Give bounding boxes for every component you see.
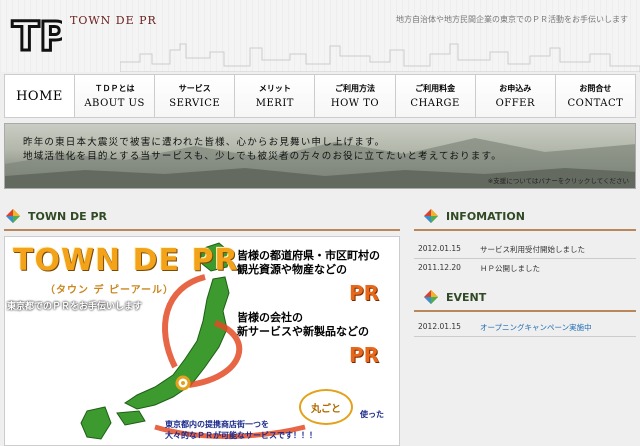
nav-label-en: OFFER: [495, 98, 535, 109]
hero-bottom-text: 東京都内の提携商店街一つを 大々的なＰＲが可能なサービスです！！！: [165, 419, 317, 441]
nav-merit[interactable]: メリット MERIT: [235, 75, 316, 117]
section-title: EVENT: [446, 290, 487, 304]
section-title: TOWN DE PR: [28, 209, 108, 223]
news-text: ＨＰ公開しました: [480, 264, 540, 273]
hero-text: 皆様の都道府県・市区町村の 観光資源や物産などの: [237, 249, 380, 277]
nav-about-us[interactable]: ＴＤＰとは ABOUT US: [75, 75, 156, 117]
news-divider: [414, 336, 636, 337]
nav-label-jp: ＴＤＰとは: [94, 84, 135, 93]
news-date: 2012.01.15: [418, 244, 461, 253]
nav-charge[interactable]: ご利用料金 CHARGE: [395, 75, 476, 117]
hero-subtitle: 東京都でのＰＲをお手伝いします: [7, 302, 143, 312]
nav-label-en: HOW TO: [330, 98, 380, 109]
hero-line: 皆様の会社の: [237, 311, 303, 324]
nav-label-jp: メリット: [258, 84, 291, 93]
nav-label-jp: ご利用方法: [334, 84, 375, 93]
nav-contact[interactable]: お問合せ CONTACT: [555, 75, 635, 117]
hero-used-label: 使った: [360, 410, 384, 419]
nav-offer[interactable]: お申込み OFFER: [475, 75, 556, 117]
section-divider: [414, 310, 636, 312]
site-header: TP TOWN DE PR 地方自治体や地方民間企業の東京でのＰＲ活動をお手伝い…: [0, 0, 640, 72]
nav-label-jp: お問合せ: [579, 84, 612, 93]
site-name: TOWN DE PR: [70, 14, 157, 27]
section-divider: [414, 229, 636, 231]
banner-message: 昨年の東日本大震災で被害に遭われた皆様、心からお見舞い申し上げます。 地域活性化…: [23, 136, 502, 164]
diamond-icon: [6, 209, 20, 223]
nav-label-jp: ご利用料金: [415, 84, 456, 93]
diamond-icon: [424, 290, 438, 304]
nav-label-en: MERIT: [255, 98, 294, 109]
section-heading-event: EVENT: [424, 290, 486, 304]
news-text: サービス利用受付開始しました: [480, 245, 585, 254]
hero-title: TOWN DE PR: [13, 243, 239, 278]
nav-home[interactable]: HOME: [5, 75, 75, 117]
section-title: INFOMATION: [446, 209, 525, 223]
banner-note: ※支援についてはバナーをクリックしてください: [487, 177, 629, 185]
hero-line: 観光資源や物産などの: [237, 263, 347, 276]
section-heading-town-de-pr: TOWN DE PR: [6, 209, 107, 223]
hero-line: 大々的なＰＲが可能なサービスです！！！: [165, 431, 317, 440]
header-tagline: 地方自治体や地方民間企業の東京でのＰＲ活動をお手伝いします: [396, 15, 628, 24]
nav-service[interactable]: サービス SERVICE: [155, 75, 236, 117]
hero-reading: （タウン デ ピーアール）: [45, 285, 174, 296]
banner-line: 昨年の東日本大震災で被害に遭われた皆様、心からお見舞い申し上げます。: [23, 137, 386, 148]
nav-label-jp: サービス: [178, 84, 211, 93]
nav-how-to[interactable]: ご利用方法 HOW TO: [315, 75, 396, 117]
nav-label-jp: お申込み: [499, 84, 532, 93]
hero-banner[interactable]: TOWN DE PR （タウン デ ピーアール） 東京都でのＰＲをお手伝いします…: [4, 236, 400, 446]
hero-pr-label: PR: [349, 343, 380, 367]
main-nav: HOME ＴＤＰとは ABOUT US サービス SERVICE メリット ME…: [4, 74, 636, 118]
hero-line: 皆様の都道府県・市区町村の: [237, 249, 380, 262]
nav-label-en: CHARGE: [410, 98, 460, 109]
event-item[interactable]: 2012.01.15 オープニングキャンペーン実施中: [418, 322, 592, 333]
nav-label-en: ABOUT US: [84, 98, 145, 109]
section-heading-information: INFOMATION: [424, 209, 525, 223]
section-divider: [4, 229, 400, 231]
hero-pr-label: PR: [349, 281, 380, 305]
hero-line: 東京都内の提携商店街一つを: [165, 420, 269, 429]
diamond-icon: [424, 209, 438, 223]
event-link[interactable]: オープニングキャンペーン実施中: [480, 322, 592, 333]
hero-line: 新サービスや新製品などの: [237, 325, 369, 338]
svg-text:TP: TP: [12, 14, 62, 60]
info-item: 2012.01.15 サービス利用受付開始しました: [418, 244, 585, 255]
info-item: 2011.12.20 ＨＰ公開しました: [418, 263, 540, 274]
nav-label-en: CONTACT: [567, 98, 624, 109]
disaster-support-banner[interactable]: 昨年の東日本大震災で被害に遭われた皆様、心からお見舞い申し上げます。 地域活性化…: [4, 123, 636, 189]
skyline-graphic: [120, 43, 640, 72]
hero-text: 皆様の会社の 新サービスや新製品などの: [237, 311, 369, 339]
news-date: 2011.12.20: [418, 263, 461, 272]
site-logo[interactable]: TP: [10, 10, 63, 62]
news-divider: [414, 258, 636, 259]
news-date: 2012.01.15: [418, 322, 461, 331]
nav-label-en: SERVICE: [169, 98, 221, 109]
banner-line: 地域活性化を目的とする当サービスも、少しでも被災者の方々のお役に立てたいと考えて…: [23, 151, 502, 162]
